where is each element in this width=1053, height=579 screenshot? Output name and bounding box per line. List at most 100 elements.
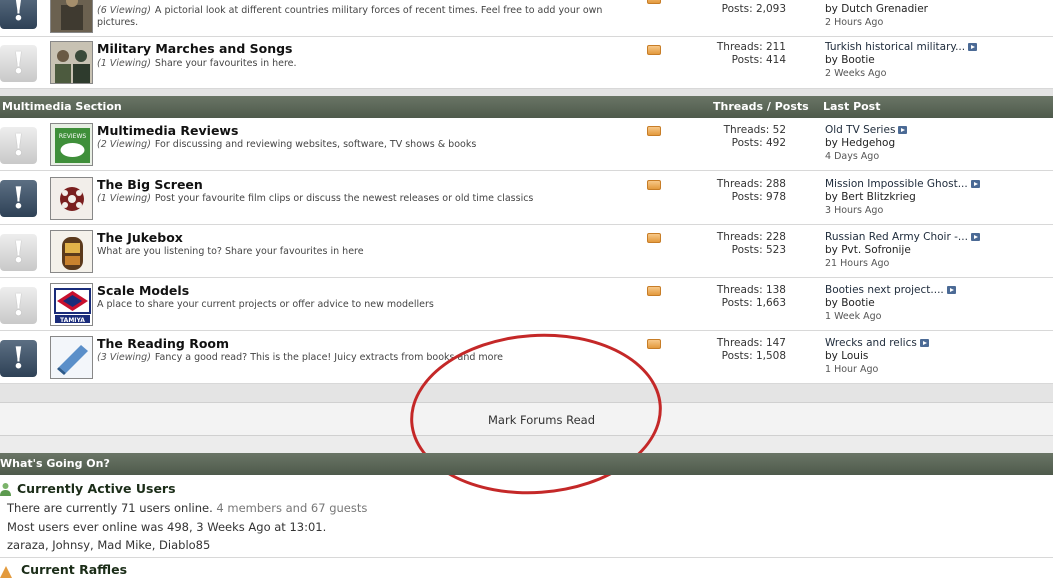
- user-group-icon: [0, 483, 11, 496]
- rss-feed-icon[interactable]: [647, 126, 661, 136]
- forum-thumbnail[interactable]: [50, 230, 93, 273]
- last-post-author[interactable]: by Hedgehog: [825, 137, 907, 150]
- rss-feed-icon[interactable]: [647, 180, 661, 190]
- whats-going-on-header: What's Going On?: [0, 453, 1053, 475]
- last-post: Mission Impossible Ghost... by Bert Blit…: [825, 178, 980, 217]
- forum-thumbnail[interactable]: REVIEWS: [50, 123, 93, 166]
- last-post: Old TV Series by Hedgehog 4 Days Ago: [825, 124, 908, 163]
- forum-status-new-icon: !: [0, 0, 37, 29]
- section-title[interactable]: Multimedia Section: [2, 100, 122, 113]
- forum-description: (3 Viewing) Fancy a good read? This is th…: [97, 352, 504, 363]
- forum-status-old-icon: !: [0, 127, 37, 164]
- last-post-author[interactable]: by Bert Blitzkrieg: [825, 191, 980, 204]
- forum-thumbnail[interactable]: [50, 0, 93, 33]
- last-post-title[interactable]: Russian Red Army Choir -...: [825, 231, 968, 243]
- go-to-last-post-icon[interactable]: [970, 233, 980, 241]
- forum-description: (2 Viewing) For discussing and reviewing …: [97, 139, 477, 150]
- go-to-last-post-icon[interactable]: [898, 126, 908, 134]
- forum-row: ! REVIEWS Multimedia Reviews (2 Viewing)…: [0, 118, 1053, 171]
- forum-stats: Threads: 52 Posts: 492: [690, 124, 786, 150]
- rss-feed-icon[interactable]: [647, 45, 661, 55]
- go-to-last-post-icon[interactable]: [970, 180, 980, 188]
- go-to-last-post-icon[interactable]: [968, 43, 978, 51]
- rss-feed-icon[interactable]: [647, 339, 661, 349]
- forum-thumbnail[interactable]: [50, 41, 93, 84]
- forum-threads: Threads: 288: [716, 178, 786, 190]
- online-users-list[interactable]: zaraza, Johnsy, Mad Mike, Diablo85: [7, 538, 210, 552]
- active-users-breakdown: 4 members and 67 guests: [216, 501, 368, 515]
- forum-row: ! Military Marches and Songs (1 Viewing)…: [0, 38, 1053, 89]
- section-header: Multimedia Section Threads / Posts Last …: [0, 96, 1053, 118]
- last-post-author[interactable]: by Bootie: [825, 297, 956, 310]
- forum-viewing-count: (1 Viewing): [97, 193, 151, 204]
- go-to-last-post-icon[interactable]: [946, 286, 956, 294]
- forum-stats: Threads: 288 Posts: 978: [690, 178, 786, 204]
- last-post-author[interactable]: by Pvt. Sofronije: [825, 244, 980, 257]
- last-post-time: 2 Hours Ago: [825, 17, 884, 28]
- forum-posts: Posts: 1,663: [721, 297, 786, 309]
- current-raffles-title[interactable]: Current Raffles: [21, 562, 127, 577]
- forum-posts: Posts: 2,093: [721, 3, 786, 15]
- forum-row: ! The Jukebox What are you listening to?…: [0, 226, 1053, 278]
- last-post-time: 4 Days Ago: [825, 151, 880, 162]
- last-post-title[interactable]: Wrecks and relics: [825, 337, 917, 349]
- forum-title[interactable]: Military Marches and Songs: [97, 41, 293, 56]
- active-users-title[interactable]: Currently Active Users: [17, 481, 176, 496]
- last-post-title[interactable]: Mission Impossible Ghost...: [825, 178, 968, 190]
- forum-description: (1 Viewing) Post your favourite film clip…: [97, 193, 534, 204]
- rss-feed-icon[interactable]: [647, 286, 661, 296]
- forum-description: What are you listening to? Share your fa…: [97, 246, 364, 257]
- rss-feed-icon[interactable]: [647, 233, 661, 243]
- last-post-time: 1 Week Ago: [825, 311, 882, 322]
- forum-description: A place to share your current projects o…: [97, 299, 434, 310]
- divider: [0, 557, 1053, 558]
- last-post: by Dutch Grenadier 2 Hours Ago: [825, 3, 928, 29]
- forum-thumbnail[interactable]: TAMIYA: [50, 283, 93, 326]
- thumb-label: REVIEWS: [59, 133, 87, 140]
- forum-status-old-icon: !: [0, 287, 37, 324]
- forum-status-old-icon: !: [0, 45, 37, 82]
- forum-title[interactable]: The Jukebox: [97, 230, 183, 245]
- last-post-time: 3 Hours Ago: [825, 205, 884, 216]
- last-post: Booties next project.... by Bootie 1 Wee…: [825, 284, 956, 323]
- last-post-title[interactable]: Booties next project....: [825, 284, 944, 296]
- forum-status-new-icon: !: [0, 340, 37, 377]
- forum-viewing-count: (2 Viewing): [97, 139, 151, 150]
- forum-title[interactable]: The Big Screen: [97, 177, 203, 192]
- forum-viewing-count: (3 Viewing): [97, 352, 151, 363]
- last-post-author[interactable]: by Bootie: [825, 54, 977, 67]
- active-users-summary: There are currently 71 users online. 4 m…: [7, 501, 368, 515]
- whats-going-on-title: What's Going On?: [0, 457, 110, 470]
- last-post-author[interactable]: by Louis: [825, 350, 929, 363]
- forum-title[interactable]: The Reading Room: [97, 336, 229, 351]
- rss-feed-icon[interactable]: [647, 0, 661, 4]
- forum-title[interactable]: Scale Models: [97, 283, 189, 298]
- forum-stats: Threads: 138 Posts: 1,663: [690, 284, 786, 310]
- last-post: Russian Red Army Choir -... by Pvt. Sofr…: [825, 231, 980, 270]
- forum-description: (1 Viewing) Share your favourites in here…: [97, 58, 297, 69]
- forum-status-old-icon: !: [0, 234, 37, 271]
- column-header-threads-posts: Threads / Posts: [713, 100, 809, 113]
- forum-stats: Posts: 2,093: [690, 3, 786, 16]
- forum-description: (6 Viewing) A pictorial look at different…: [97, 5, 603, 16]
- last-post: Wrecks and relics by Louis 1 Hour Ago: [825, 337, 929, 376]
- forum-title[interactable]: Multimedia Reviews: [97, 123, 238, 138]
- forum-viewing-count: (6 Viewing): [97, 5, 151, 16]
- forum-stats: Threads: 211 Posts: 414: [690, 41, 786, 67]
- go-to-last-post-icon[interactable]: [919, 339, 929, 347]
- last-post-time: 1 Hour Ago: [825, 364, 879, 375]
- forum-status-new-icon: !: [0, 180, 37, 217]
- last-post-title[interactable]: Turkish historical military...: [825, 41, 965, 53]
- forum-row: ! TAMIYA Scale Models A place to share y…: [0, 279, 1053, 331]
- last-post-title[interactable]: Old TV Series: [825, 124, 895, 136]
- section-spacer: [0, 89, 1053, 96]
- forum-thumbnail[interactable]: [50, 336, 93, 379]
- forum-viewing-count: (1 Viewing): [97, 58, 151, 69]
- forum-row: ! The Big Screen (1 Viewing) Post your fa…: [0, 172, 1053, 225]
- last-post-author[interactable]: by Dutch Grenadier: [825, 3, 928, 16]
- section-spacer: [0, 436, 1053, 453]
- forum-thumbnail[interactable]: [50, 177, 93, 220]
- section-spacer: [0, 384, 1053, 402]
- forum-threads: Threads: 147: [716, 337, 786, 349]
- mark-forums-read-link[interactable]: Mark Forums Read: [488, 413, 595, 427]
